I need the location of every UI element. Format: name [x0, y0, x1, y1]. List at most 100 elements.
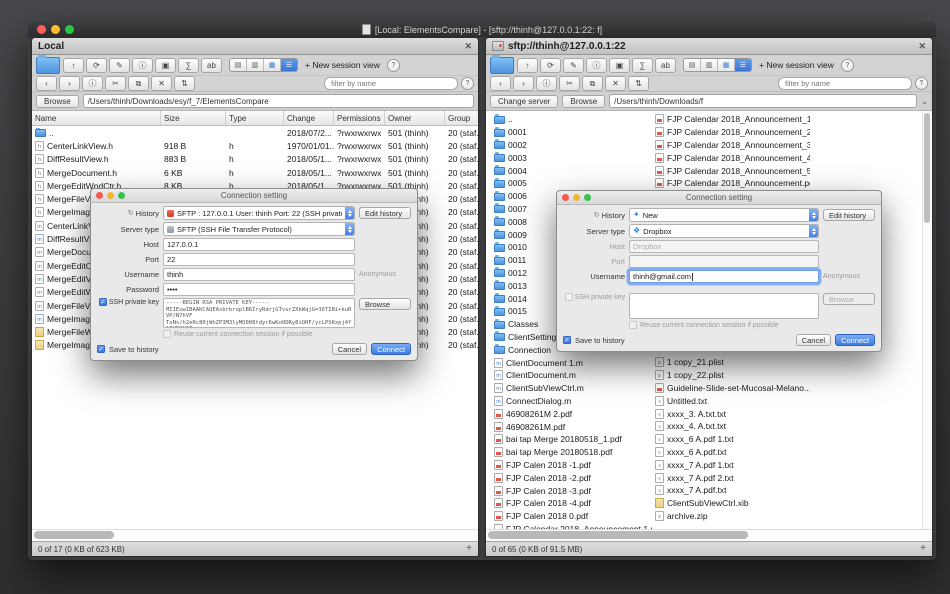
list-item[interactable]: Guideline-Slide-set-Mucosal-Melano... [655, 382, 810, 395]
list-item[interactable]: xxxx_7 A.pdf 1.txt [655, 458, 810, 471]
zoom-window-button[interactable] [65, 25, 74, 34]
list-item[interactable]: ClientSubViewCtrl.xib [655, 497, 810, 510]
list-item[interactable]: 46908261M.pdf [494, 420, 652, 433]
list-item[interactable]: bai tap Merge 20180518.pdf [494, 446, 652, 459]
rename-icon[interactable]: ab [201, 58, 222, 73]
save-history-checkbox[interactable] [97, 345, 105, 353]
volume-folder-icon[interactable] [36, 57, 60, 74]
refresh-icon[interactable]: ⟳ [86, 58, 107, 73]
view-columns-icon[interactable]: ▦ [264, 59, 281, 71]
connect-button[interactable]: Connect [835, 334, 875, 346]
server-type-dropdown[interactable]: SFTP (SSH File Transfer Protocol) [163, 222, 355, 236]
new-session-view-button[interactable]: + New session view [301, 60, 384, 70]
list-item[interactable]: 0004 [494, 164, 652, 177]
column-header-group[interactable]: Group [445, 111, 478, 125]
get-info-icon[interactable]: ⓘ [536, 76, 557, 91]
list-item[interactable]: 0001 [494, 126, 652, 139]
column-header-permissions[interactable]: Permissions [334, 111, 385, 125]
close-window-button[interactable] [37, 25, 46, 34]
edit-icon[interactable]: ✎ [563, 58, 584, 73]
path-input[interactable]: /Users/thinh/Downloads/f [609, 94, 917, 108]
edit-icon[interactable]: ✎ [109, 58, 130, 73]
new-session-view-button[interactable]: + New session view [755, 60, 838, 70]
browse-button[interactable]: Browse [562, 95, 605, 108]
history-dropdown[interactable]: SFTP : 127.0.0.1 User: thinh Port: 22 (S… [163, 206, 355, 220]
list-item[interactable]: archive.zip [655, 510, 810, 523]
right-horizontal-scrollbar[interactable] [486, 529, 932, 541]
list-item[interactable]: .. [494, 113, 652, 126]
scrollbar-thumb[interactable] [924, 113, 930, 223]
reuse-session-checkbox[interactable] [163, 330, 171, 338]
copy-icon[interactable]: ⧉ [128, 76, 149, 91]
view-table-icon[interactable]: ☰ [735, 59, 751, 71]
table-row[interactable]: DiffResultView.h883 Bh2018/05/1...?rwxrw… [32, 153, 478, 166]
history-dropdown[interactable]: ✦ New [629, 208, 819, 222]
ssh-key-checkbox[interactable] [565, 293, 573, 301]
minimize-dialog-button[interactable] [107, 192, 114, 199]
zoom-dialog-button[interactable] [584, 194, 591, 201]
zoom-dialog-button[interactable] [118, 192, 125, 199]
info-icon[interactable]: ⓘ [586, 58, 607, 73]
help-icon[interactable]: ? [841, 59, 854, 72]
back-icon[interactable]: ‹ [36, 76, 57, 91]
sync-icon[interactable]: ⇅ [628, 76, 649, 91]
add-tab-icon[interactable]: + [920, 544, 926, 554]
view-columns-icon[interactable]: ▦ [718, 59, 735, 71]
list-item[interactable]: ClientSubViewCtrl.m [494, 382, 652, 395]
username-input[interactable]: thinh [163, 268, 355, 281]
list-item[interactable]: xxxx_4. A.txt.txt [655, 420, 810, 433]
view-icons-icon[interactable]: ▤ [230, 59, 247, 71]
list-item[interactable]: FJP Calen 2018 0.pdf [494, 510, 652, 523]
view-table-icon[interactable]: ☰ [281, 59, 297, 71]
list-item[interactable]: 1 copy_22.plist [655, 369, 810, 382]
password-input[interactable]: •••• [163, 283, 355, 296]
list-item[interactable]: FJP Calen 2018 -2.pdf [494, 471, 652, 484]
cancel-button[interactable]: Cancel [796, 334, 831, 346]
column-header-name[interactable]: Name [32, 111, 161, 125]
forward-icon[interactable]: › [59, 76, 80, 91]
help-icon[interactable]: ? [387, 59, 400, 72]
browse-button[interactable]: Browse [36, 95, 79, 108]
list-item[interactable]: FJP Calendar 2018_Announcement_5... [655, 164, 810, 177]
list-item[interactable]: xxxx_6 A.pdf 1.txt [655, 433, 810, 446]
filter-input[interactable] [324, 77, 458, 90]
ssh-key-textarea[interactable]: -----BEGIN RSA PRIVATE KEY----- MIIEowIB… [163, 298, 355, 328]
edit-history-button[interactable]: Edit history [359, 207, 411, 219]
forward-icon[interactable]: › [513, 76, 534, 91]
scrollbar-thumb[interactable] [34, 531, 114, 539]
list-item[interactable]: Untitled.txt [655, 394, 810, 407]
rename-icon[interactable]: ab [655, 58, 676, 73]
close-dialog-button[interactable] [96, 192, 103, 199]
ssh-key-checkbox[interactable] [99, 298, 107, 306]
list-item[interactable]: FJP Calen 2018 -3.pdf [494, 484, 652, 497]
server-type-dropdown[interactable]: ❖ Dropbox [629, 224, 819, 238]
sync-icon[interactable]: ⇅ [174, 76, 195, 91]
left-horizontal-scrollbar[interactable] [32, 529, 478, 541]
up-arrow-icon[interactable]: ↑ [63, 58, 84, 73]
list-item[interactable]: xxxx_7 A.pdf 2.txt [655, 471, 810, 484]
help-icon[interactable]: ? [461, 77, 474, 90]
delete-icon[interactable]: ✕ [151, 76, 172, 91]
volume-folder-icon[interactable] [490, 57, 514, 74]
list-item[interactable]: FJP Calen 2018 -1.pdf [494, 459, 652, 472]
view-icons-icon[interactable]: ▤ [684, 59, 701, 71]
calculate-size-icon[interactable]: ∑ [632, 58, 653, 73]
host-input[interactable]: 127.0.0.1 [163, 238, 355, 251]
cut-icon[interactable]: ✂ [105, 76, 126, 91]
minimize-dialog-button[interactable] [573, 194, 580, 201]
edit-history-button[interactable]: Edit history [823, 209, 875, 221]
window-titlebar[interactable]: [Local: ElementsCompare] - [sftp://thinh… [28, 22, 936, 37]
back-icon[interactable]: ‹ [490, 76, 511, 91]
list-item[interactable]: 1 copy_21.plist [655, 356, 810, 369]
connect-button[interactable]: Connect [371, 343, 411, 355]
list-item[interactable]: ConnectDialog.m [494, 395, 652, 408]
close-dialog-button[interactable] [562, 194, 569, 201]
view-list-icon[interactable]: ▥ [701, 59, 718, 71]
list-item[interactable]: xxxx_3. A.txt.txt [655, 407, 810, 420]
filter-input[interactable] [778, 77, 912, 90]
refresh-icon[interactable]: ⟳ [540, 58, 561, 73]
view-list-icon[interactable]: ▥ [247, 59, 264, 71]
port-input[interactable]: 22 [163, 253, 355, 266]
list-item[interactable]: xxxx_6 A.pdf.txt [655, 446, 810, 459]
table-row[interactable]: ..2018/07/2...?rwxrwxrwx501 (thinh)20 (s… [32, 126, 478, 139]
